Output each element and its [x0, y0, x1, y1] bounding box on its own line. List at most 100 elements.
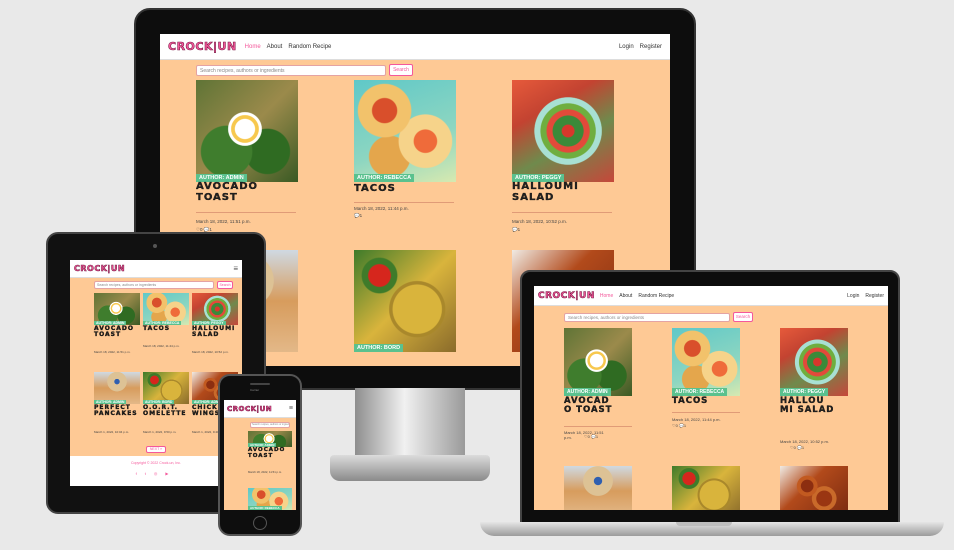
desktop-stand [355, 388, 465, 458]
recipe-stats: 💬1 [354, 213, 363, 218]
recipe-title[interactable]: AVOCADO TOAST [94, 325, 140, 339]
pagination-next-button[interactable]: NEXT » [146, 446, 166, 453]
recipe-stats: ♡0 💬1 [790, 445, 805, 450]
desktop-stand-base [330, 455, 490, 481]
nav-login[interactable]: Login [619, 44, 634, 50]
author-badge: AUTHOR: BORD [354, 344, 404, 352]
recipe-image[interactable]: AUTHOR: BORD [143, 372, 189, 404]
hamburger-icon[interactable]: ≡ [233, 264, 238, 273]
recipe-title[interactable]: HALLOUMI SALAD [512, 181, 592, 203]
recipe-card[interactable]: AUTHOR: PEGGY HALLOUMI SALAD March 18, 2… [512, 80, 622, 240]
recipe-image[interactable]: AUTHOR: BORD [354, 250, 456, 352]
phone-screen: CROCK|UN ≡ Search recipes, authors or in… [224, 400, 296, 510]
nav-home[interactable]: Home [600, 293, 613, 299]
search-button[interactable]: Search [389, 64, 413, 76]
nav-links: Home About Random Recipe [245, 44, 332, 50]
recipe-date: March 18, 2022, 10:52 p.m. [780, 439, 829, 444]
logo[interactable]: CROCK|UN [538, 290, 595, 301]
comments-count: 1 [801, 445, 805, 450]
search-input[interactable]: Search recipes, authors or ingredients [196, 64, 386, 76]
search-button[interactable]: Search [217, 281, 233, 289]
recipe-image[interactable]: AUTHOR: PEGGY [512, 80, 614, 182]
recipe-date: March 18, 2022, 10:52 p.m. [192, 350, 229, 354]
facebook-icon[interactable]: f [136, 471, 145, 476]
search-button[interactable]: Search [733, 312, 753, 322]
recipe-title[interactable]: TACOS [143, 325, 189, 332]
nav-random-recipe[interactable]: Random Recipe [288, 44, 331, 50]
nav-login[interactable]: Login [847, 293, 859, 299]
logo[interactable]: CROCK|UN [74, 264, 125, 274]
recipe-card[interactable]: AUTHOR: ADMIN AVOCADO TOAST March 18, 20… [196, 80, 306, 240]
nav-register[interactable]: Register [640, 44, 662, 50]
recipe-date: March 18, 2022, 11:44 p.m. [354, 206, 409, 211]
nav-home[interactable]: Home [245, 44, 261, 50]
recipe-image[interactable]: AUTHOR: REBECCA [143, 293, 189, 325]
recipe-image[interactable]: AUTHOR: REBECCA [354, 80, 456, 182]
recipe-date: March 18, 2022, 11:44 p.m. [672, 417, 721, 422]
recipe-image[interactable] [564, 466, 632, 510]
recipe-title[interactable]: AVOCAD O TOAST [564, 396, 620, 415]
nav-about[interactable]: About [619, 293, 632, 299]
recipe-title[interactable]: TACOS [672, 396, 732, 406]
recipe-title[interactable]: AVOCADO TOAST [248, 447, 294, 460]
author-badge: AUTHOR: REBECCA [672, 388, 728, 396]
phone-speaker [250, 383, 270, 385]
laptop-notch [676, 522, 732, 526]
navbar: CROCK|UN ≡ [70, 260, 242, 278]
recipe-card[interactable]: AUTHOR: BORD [354, 250, 456, 360]
search-bar: Search recipes, authors or ingredients S… [94, 281, 233, 289]
author-badge: AUTHOR: REBECCA [354, 174, 415, 182]
search-input[interactable]: Search recipes, authors or ingredients [94, 281, 214, 289]
recipe-image[interactable]: AUTHOR: ADMIN [94, 293, 140, 325]
likes-count: 0 [675, 423, 678, 428]
recipe-date: March 18, 2022, 11:51 p.m. [196, 219, 251, 224]
recipe-image[interactable]: AUTHOR: ADMIN [94, 372, 140, 404]
recipe-date: March 18, 2022, 10:52 p.m. [512, 219, 568, 224]
recipe-title[interactable]: AVOCADO TOAST [196, 181, 266, 203]
recipe-image[interactable]: AUTHOR: REBECCA [248, 488, 292, 510]
search-bar: Search recipes, authors or ingredients [250, 422, 290, 428]
recipe-title[interactable]: PERFECT PANCAKES [94, 404, 140, 418]
search-input[interactable]: Search recipes, authors or ingredients [564, 312, 730, 322]
nav-about[interactable]: About [267, 44, 283, 50]
author-badge: AUTHOR: REBECCA [248, 506, 282, 510]
recipe-image[interactable]: AUTHOR: PEGGY [192, 293, 238, 325]
recipe-date: March 1, 2022, 10:04 p.m. [94, 430, 130, 434]
recipe-image[interactable]: AUTHOR: PEGGY [780, 328, 848, 396]
youtube-icon[interactable]: ▶ [165, 471, 176, 476]
recipe-card[interactable]: AUTHOR: REBECCA TACOS March 18, 2022, 11… [354, 80, 464, 240]
recipe-title[interactable]: O.O.R.T. OMELETTE [143, 404, 191, 418]
logo[interactable]: CROCK|UN [227, 404, 272, 413]
instagram-icon[interactable]: ◎ [154, 471, 166, 476]
likes-count: 0 [793, 445, 796, 450]
phone-home-button[interactable] [253, 516, 267, 530]
comments-count: 1 [683, 423, 687, 428]
recipe-image[interactable]: AUTHOR: ADMIN [196, 80, 298, 182]
tablet-screen: CROCK|UN ≡ Search recipes, authors or in… [70, 260, 242, 486]
nav-random-recipe[interactable]: Random Recipe [638, 293, 674, 299]
navbar: CROCK|UN ≡ [224, 400, 296, 418]
footer: Copyright © 2022 Crock-un, Inc. ft◎▶ [70, 456, 242, 486]
divider [196, 212, 296, 213]
recipe-image[interactable]: AUTHOR: ADMIN [248, 431, 292, 447]
recipe-date: March 18, 2022, 11:51 p.m. [94, 350, 131, 354]
nav-register[interactable]: Register [865, 293, 884, 299]
phone-carrier: Carrier [250, 388, 260, 392]
recipe-image[interactable] [672, 466, 740, 510]
recipe-title[interactable]: TACOS [354, 183, 444, 195]
recipe-date: March 18, 2022, 11:44 p.m. [143, 344, 180, 348]
twitter-icon[interactable]: t [145, 471, 154, 476]
recipe-image[interactable] [780, 466, 848, 510]
laptop-screen: CROCK|UN Home About Random Recipe Login … [534, 286, 888, 510]
hamburger-icon[interactable]: ≡ [289, 405, 293, 412]
logo[interactable]: CROCK|UN [168, 40, 237, 54]
navbar: CROCK|UN Home About Random Recipe Login … [534, 286, 888, 306]
recipe-title[interactable]: HALLOUMI SALAD [192, 325, 242, 339]
search-input[interactable]: Search recipes, authors or ingredients [250, 422, 290, 428]
search-bar: Search recipes, authors or ingredients S… [196, 64, 413, 76]
recipe-image[interactable]: AUTHOR: ADMIN [564, 328, 632, 396]
divider [564, 426, 632, 427]
search-bar: Search recipes, authors or ingredients S… [564, 312, 753, 322]
recipe-image[interactable]: AUTHOR: REBECCA [672, 328, 740, 396]
recipe-title[interactable]: HALLOU MI SALAD [780, 396, 836, 415]
